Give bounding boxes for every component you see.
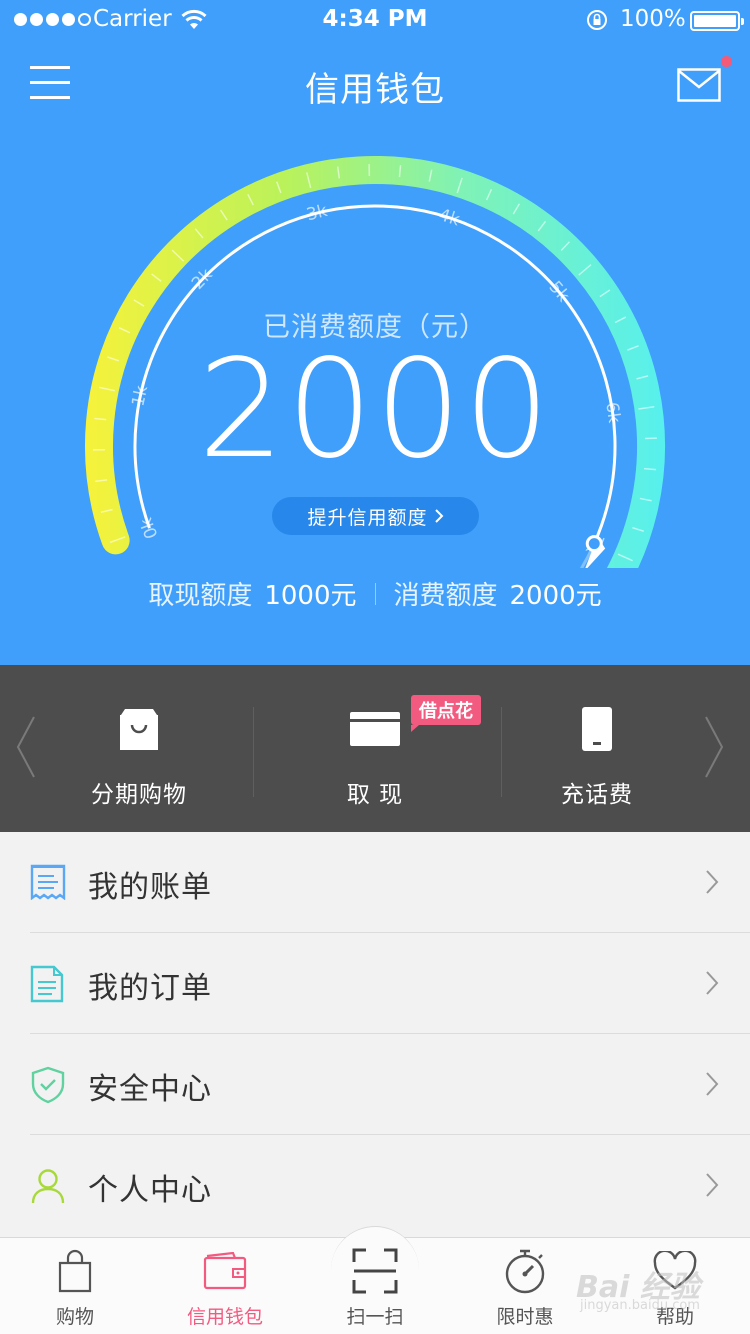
quick-action-label: 分期购物 [91, 782, 187, 808]
quick-actions: 分期购物 取 现 借点花 充话费 [0, 665, 750, 832]
quick-cash-withdrawal[interactable]: 取 现 [300, 665, 450, 832]
cash-limit-label: 取现额度 [148, 581, 253, 611]
mail-icon[interactable] [677, 68, 721, 102]
menu-item-label: 我的账单 [88, 870, 212, 905]
order-icon [30, 965, 64, 1003]
gauge-tick-label: 3k [304, 201, 329, 225]
gauge-tick-label: 4k [436, 205, 462, 230]
menu-item-security[interactable]: 安全中心 [0, 1034, 750, 1135]
bag-icon [58, 1249, 92, 1293]
raise-limit-label: 提升信用额度 [307, 506, 428, 529]
menu-item-label: 我的订单 [88, 971, 212, 1006]
tab-label: 限时惠 [496, 1306, 554, 1328]
wallet-icon [203, 1252, 247, 1290]
shield-icon [31, 1066, 65, 1104]
user-icon [31, 1169, 65, 1204]
raise-limit-button[interactable]: 提升信用额度 [272, 497, 479, 535]
tab-label: 购物 [55, 1306, 94, 1328]
cash-limit-value: 1000元 [264, 581, 357, 611]
chevron-left-icon[interactable] [14, 715, 38, 779]
menu-item-bills[interactable]: 我的账单 [0, 832, 750, 933]
tab-flash-deals[interactable]: 限时惠 [450, 1240, 600, 1334]
chevron-right-icon [706, 1072, 719, 1096]
heart-icon [653, 1251, 697, 1290]
chevron-right-icon [706, 870, 719, 894]
tab-label: 信用钱包 [186, 1306, 263, 1328]
spend-limit-label: 消费额度 [393, 581, 498, 611]
divider [501, 707, 502, 797]
gauge-remaining-arc [579, 543, 596, 568]
menu-item-label: 个人中心 [88, 1173, 212, 1208]
notification-dot [721, 56, 732, 67]
battery-percent: 100% [620, 6, 686, 32]
chevron-right-icon [706, 1173, 719, 1197]
orientation-lock-icon [587, 10, 607, 30]
chevron-right-icon[interactable] [702, 715, 726, 779]
stopwatch-icon [505, 1249, 545, 1294]
tab-label: 帮助 [655, 1306, 694, 1328]
app-screen: Carrier 4:34 PM 100% 信用钱包 0k 1k 2k 3k 4k… [0, 0, 750, 1334]
quick-action-label: 取 现 [346, 782, 404, 808]
battery-icon [690, 11, 744, 31]
spend-limit-value: 2000元 [509, 581, 602, 611]
menu-item-profile[interactable]: 个人中心 [0, 1135, 750, 1236]
menu-item-orders[interactable]: 我的订单 [0, 933, 750, 1034]
menu-list: 我的账单 我的订单 安全中心 个人中心 [0, 832, 750, 1236]
chevron-right-icon [706, 971, 719, 995]
chevron-right-icon [434, 509, 443, 523]
tab-scan[interactable]: 扫一扫 [300, 1240, 450, 1334]
promo-badge: 借点花 [411, 695, 481, 732]
limit-summary: 取现额度 1000元 消费额度 2000元 [0, 575, 750, 612]
quick-action-label: 充话费 [561, 782, 633, 808]
nav-bar: 信用钱包 [0, 40, 750, 128]
tab-credit-wallet[interactable]: 信用钱包 [150, 1240, 300, 1334]
tab-help[interactable]: 帮助 [600, 1240, 750, 1334]
tab-shopping[interactable]: 购物 [0, 1240, 150, 1334]
page-title: 信用钱包 [305, 70, 445, 110]
shopping-bag-icon [120, 709, 158, 750]
spent-amount: 2000 [197, 331, 553, 489]
quick-phone-topup[interactable]: 充话费 [522, 665, 672, 832]
menu-item-label: 安全中心 [88, 1072, 212, 1107]
scan-icon [352, 1248, 398, 1294]
hero-panel: Carrier 4:34 PM 100% 信用钱包 0k 1k 2k 3k 4k… [0, 0, 750, 665]
gauge-tick-label: 0k [136, 515, 162, 541]
card-icon [350, 712, 400, 746]
status-bar: Carrier 4:34 PM 100% [0, 0, 750, 40]
tab-label: 扫一扫 [346, 1306, 404, 1328]
gauge-pointer-knob [585, 535, 603, 553]
bill-icon [30, 864, 66, 900]
quick-installment-shopping[interactable]: 分期购物 [64, 665, 214, 832]
limit-divider [374, 582, 376, 605]
divider [253, 707, 254, 797]
phone-icon [582, 707, 612, 751]
